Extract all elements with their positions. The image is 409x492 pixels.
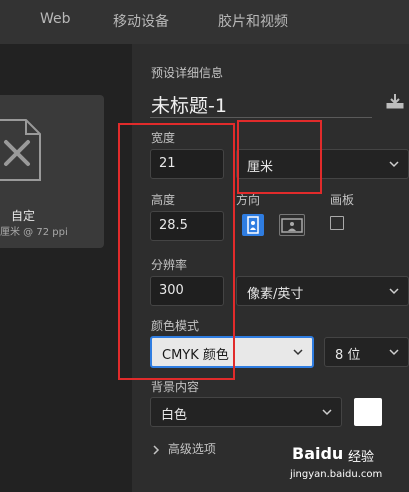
advanced-options-label: 高级选项 bbox=[167, 442, 216, 456]
background-label: 背景内容 bbox=[151, 380, 200, 394]
orientation-label: 方向 bbox=[236, 193, 261, 207]
tab-mobile[interactable]: 移动设备 bbox=[113, 11, 169, 31]
resolution-input[interactable]: 300 bbox=[150, 276, 224, 306]
watermark-url: jingyan.baidu.com bbox=[290, 469, 383, 480]
chevron-down-icon bbox=[293, 349, 303, 356]
background-value: 白色 bbox=[161, 408, 188, 423]
save-preset-icon[interactable] bbox=[386, 93, 404, 109]
tab-web[interactable]: Web bbox=[40, 11, 71, 27]
preset-subtitle: 厘米 @ 72 ppi bbox=[0, 227, 68, 238]
portrait-orientation-button[interactable] bbox=[242, 214, 264, 236]
document-ruler-pencil-icon bbox=[0, 119, 41, 181]
watermark-suffix: 经验 bbox=[348, 450, 375, 465]
color-mode-label: 颜色模式 bbox=[151, 319, 200, 333]
color-mode-value: CMYK 颜色 bbox=[162, 348, 229, 363]
baidu-watermark: Baidu 经验 jingyan.baidu.com bbox=[290, 440, 409, 492]
top-tab-bar: Web 移动设备 胶片和视频 bbox=[0, 0, 409, 44]
height-input[interactable]: 28.5 bbox=[150, 211, 224, 241]
chevron-down-icon bbox=[389, 349, 399, 356]
landscape-orientation-button[interactable] bbox=[279, 214, 305, 236]
unit-select[interactable]: 厘米 bbox=[236, 149, 409, 179]
unit-select-value: 厘米 bbox=[247, 160, 274, 175]
resolution-label: 分辨率 bbox=[151, 258, 188, 272]
height-label: 高度 bbox=[151, 193, 176, 207]
background-color-swatch[interactable] bbox=[354, 398, 382, 426]
bit-depth-value: 8 位 bbox=[335, 348, 361, 363]
tab-film-video[interactable]: 胶片和视频 bbox=[218, 11, 288, 31]
background-select[interactable]: 白色 bbox=[150, 397, 342, 427]
preset-name: 自定 bbox=[10, 209, 35, 223]
color-mode-select[interactable]: CMYK 颜色 bbox=[150, 336, 314, 368]
chevron-down-icon bbox=[322, 409, 332, 416]
chevron-right-icon bbox=[153, 444, 160, 455]
portrait-icon bbox=[247, 216, 259, 234]
landscape-icon bbox=[281, 218, 303, 233]
artboard-label: 画板 bbox=[330, 193, 355, 207]
document-title[interactable]: 未标题-1 bbox=[151, 91, 227, 118]
bit-depth-select[interactable]: 8 位 bbox=[324, 337, 409, 367]
resolution-unit-value: 像素/英寸 bbox=[247, 287, 304, 302]
chevron-down-icon bbox=[389, 161, 399, 168]
watermark-logo: Baidu bbox=[292, 444, 344, 463]
artboard-checkbox[interactable] bbox=[330, 216, 344, 230]
width-label: 宽度 bbox=[151, 131, 176, 145]
width-input[interactable]: 21 bbox=[150, 149, 224, 179]
chevron-down-icon bbox=[389, 288, 399, 295]
details-section-label: 预设详细信息 bbox=[151, 66, 224, 80]
advanced-options-toggle[interactable]: 高级选项 bbox=[152, 440, 216, 457]
title-underline bbox=[150, 117, 372, 118]
resolution-unit-select[interactable]: 像素/英寸 bbox=[236, 276, 409, 306]
